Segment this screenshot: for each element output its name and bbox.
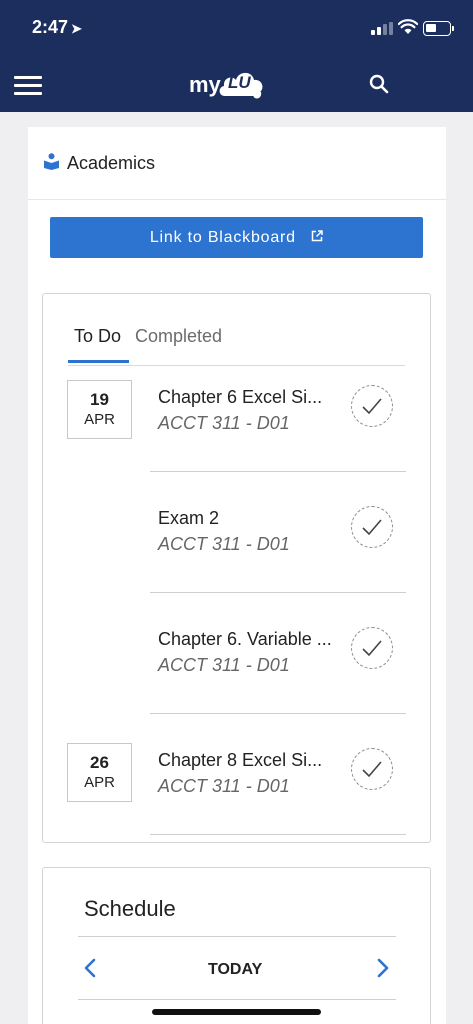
book-reader-icon [44, 153, 59, 170]
due-month: APR [84, 411, 115, 428]
task-course: ACCT 311 - D01 [158, 776, 290, 796]
external-link-icon [311, 230, 323, 242]
section-title: Academics [67, 153, 156, 173]
chevron-right-icon[interactable] [376, 958, 390, 978]
task-divider [150, 592, 406, 593]
home-indicator[interactable] [152, 1009, 321, 1015]
battery-icon [423, 21, 454, 36]
task-item[interactable]: 26 APR Chapter 8 Excel Si... ACCT 311 - … [43, 732, 432, 853]
mark-complete-check-icon[interactable] [351, 506, 393, 548]
due-month: APR [84, 774, 115, 791]
mark-complete-check-icon[interactable] [351, 385, 393, 427]
task-title: Chapter 8 Excel Si... [158, 750, 323, 770]
task-course: ACCT 311 - D01 [158, 534, 290, 554]
task-item[interactable]: Exam 2 ACCT 311 - D01 [43, 490, 432, 611]
tab-to-do[interactable]: To Do [74, 326, 121, 347]
status-bar: 2:47 ➤ [0, 0, 473, 56]
due-day: 26 [90, 753, 109, 772]
due-day: 19 [90, 390, 109, 409]
search-icon[interactable] [368, 73, 390, 95]
task-title: Chapter 6. Variable ... [158, 629, 332, 649]
cellular-signal-icon [371, 22, 393, 35]
academics-header: Academics [28, 127, 446, 200]
due-date-badge: 26 APR [67, 743, 132, 802]
clock-text: 2:47 [32, 17, 69, 37]
hamburger-menu-icon[interactable] [14, 76, 42, 95]
task-title: Exam 2 [158, 508, 220, 528]
mark-complete-check-icon[interactable] [351, 627, 393, 669]
due-date-badge: 19 APR [67, 380, 132, 439]
task-divider [150, 713, 406, 714]
task-item[interactable]: Chapter 6. Variable ... ACCT 311 - D01 [43, 611, 432, 732]
schedule-title: Schedule [84, 896, 176, 921]
divider [78, 936, 396, 937]
blackboard-button-label: Link to Blackboard [149, 229, 296, 246]
active-tab-indicator [68, 360, 129, 363]
task-divider [150, 471, 406, 472]
logo-lu-text: LU [228, 73, 251, 92]
schedule-panel: Schedule TODAY [42, 867, 431, 1024]
task-title: Chapter 6 Excel Si... [158, 387, 323, 407]
todo-panel: To Do Completed 19 APR Chapter 6 Excel S… [42, 293, 431, 843]
divider [78, 999, 396, 1000]
app-header: my LU [0, 56, 473, 112]
tab-completed[interactable]: Completed [135, 326, 222, 347]
task-course: ACCT 311 - D01 [158, 413, 290, 433]
mark-complete-check-icon[interactable] [351, 748, 393, 790]
location-arrow-icon: ➤ [71, 21, 82, 36]
today-button[interactable]: TODAY [208, 961, 262, 979]
task-course: ACCT 311 - D01 [158, 655, 290, 675]
chevron-left-icon[interactable] [83, 958, 97, 978]
task-item[interactable]: 19 APR Chapter 6 Excel Si... ACCT 311 - … [43, 369, 432, 490]
link-to-blackboard-button[interactable]: Link to Blackboard [50, 217, 423, 258]
todo-tabs: To Do Completed [68, 294, 405, 366]
mylu-logo[interactable]: my LU [187, 66, 267, 102]
status-time: 2:47 ➤ [32, 17, 82, 38]
task-divider [150, 834, 406, 835]
wifi-icon [398, 19, 418, 34]
